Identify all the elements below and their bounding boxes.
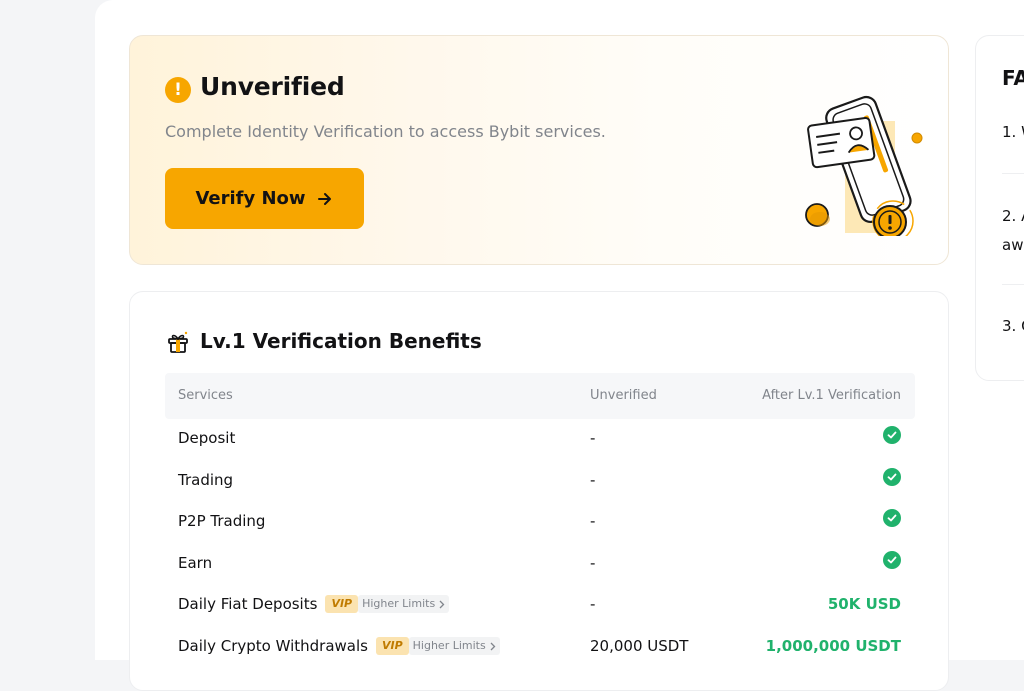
verification-benefits-card: Lv.1 Verification Benefits Services Unve… (129, 291, 949, 691)
gift-icon (168, 331, 188, 353)
chevron-right-icon (439, 600, 445, 608)
benefits-table-header: Services Unverified After Lv.1 Verificat… (165, 373, 915, 419)
row-unverified-value: - (590, 554, 596, 572)
table-row: Trading - (165, 461, 915, 501)
row-unverified-value: - (590, 429, 596, 447)
status-description: Complete Identity Verification to access… (165, 122, 606, 141)
status-title: Unverified (200, 72, 345, 101)
higher-limits-label: Higher Limits (362, 597, 436, 610)
vip-badge-group: VIP Higher Limits (375, 637, 500, 655)
verification-status-card: ! Unverified Complete Identity Verificat… (129, 35, 949, 265)
faq-card: FA 1. W 2. A aw 3. C (975, 35, 1024, 381)
faq-divider (1002, 284, 1024, 285)
arrow-right-icon (317, 192, 331, 205)
chevron-right-icon (490, 642, 496, 650)
higher-limits-link[interactable]: Higher Limits (408, 637, 500, 655)
row-after-value: 1,000,000 USDT (765, 637, 901, 655)
identity-verification-illustration (805, 95, 923, 236)
row-service-name: Deposit (178, 429, 235, 447)
check-circle-icon (883, 426, 901, 444)
benefits-title: Lv.1 Verification Benefits (200, 329, 482, 353)
row-service-name: P2P Trading (178, 512, 265, 530)
faq-item-continuation: aw (1002, 236, 1024, 254)
check-circle-icon (883, 468, 901, 486)
higher-limits-link[interactable]: Higher Limits (358, 595, 450, 613)
vip-badge-group: VIP Higher Limits (325, 595, 450, 613)
row-service-name: Trading (178, 471, 233, 489)
column-header-services: Services (178, 388, 233, 403)
service-label: Daily Fiat Deposits (178, 595, 318, 613)
row-service-name: Earn (178, 554, 212, 572)
row-after-value: 50K USD (827, 595, 901, 613)
row-service-name: Daily Crypto Withdrawals VIP Higher Limi… (178, 637, 500, 655)
table-row: Daily Crypto Withdrawals VIP Higher Limi… (165, 627, 915, 667)
verify-now-button[interactable]: Verify Now (165, 168, 364, 229)
service-label: Earn (178, 554, 213, 572)
vip-badge: VIP (325, 595, 359, 613)
service-label: P2P Trading (178, 512, 266, 530)
faq-item[interactable]: 1. W (1002, 123, 1024, 141)
faq-item[interactable]: 3. C (1002, 317, 1024, 335)
column-header-after-verification: After Lv.1 Verification (762, 388, 901, 403)
column-header-unverified: Unverified (590, 388, 657, 403)
table-row: Daily Fiat Deposits VIP Higher Limits - … (165, 585, 915, 625)
service-label: Deposit (178, 429, 236, 447)
faq-divider (1002, 173, 1024, 174)
row-unverified-value: - (590, 595, 596, 613)
higher-limits-label: Higher Limits (412, 639, 486, 652)
table-row: Deposit - (165, 419, 915, 459)
row-unverified-value: - (590, 471, 596, 489)
faq-title: FA (1002, 66, 1024, 90)
check-circle-icon (883, 551, 901, 569)
row-unverified-value: 20,000 USDT (590, 637, 689, 655)
row-service-name: Daily Fiat Deposits VIP Higher Limits (178, 595, 450, 613)
service-label: Daily Crypto Withdrawals (178, 637, 368, 655)
exclamation-circle-icon: ! (165, 77, 191, 103)
faq-item[interactable]: 2. A (1002, 207, 1024, 225)
verify-now-label: Verify Now (195, 188, 306, 209)
row-unverified-value: - (590, 512, 596, 530)
table-row: P2P Trading - (165, 502, 915, 542)
vip-badge: VIP (375, 637, 409, 655)
check-circle-icon (883, 509, 901, 527)
table-row: Earn - (165, 544, 915, 584)
service-label: Trading (178, 471, 234, 489)
